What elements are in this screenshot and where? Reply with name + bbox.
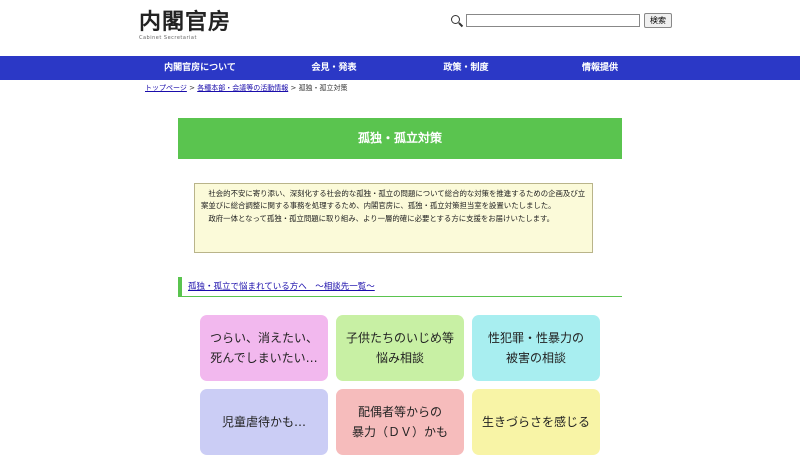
card-sexual-violence-consultation[interactable]: 性犯罪・性暴力の 被害の相談: [472, 315, 600, 381]
nav-item-info[interactable]: 情報提供: [568, 56, 632, 80]
breadcrumb: トップページ > 各種本部・会議等の活動情報 > 孤独・孤立対策: [145, 83, 348, 93]
card-suicide-consultation[interactable]: つらい、消えたい、 死んでしまいたい…: [200, 315, 328, 381]
intro-paragraph: 政府一体となって孤独・孤立問題に取り組み、より一層的確に必要とする方に支援をお届…: [208, 213, 555, 223]
page-title: 孤独・孤立対策: [178, 118, 622, 159]
breadcrumb-current: 孤独・孤立対策: [298, 84, 348, 92]
logo-main-text: 内閣官房: [139, 9, 232, 35]
intro-paragraph: 社会的不安に寄り添い、深刻化する社会的な孤独・孤立の問題について総合的な対策を推…: [201, 189, 586, 211]
card-hardship-consultation[interactable]: 生きづらさを感じる: [472, 389, 600, 455]
card-label: つらい、消えたい、 死んでしまいたい…: [209, 331, 318, 365]
section-heading: 孤独・孤立で悩まれている方へ ～相談先一覧～: [178, 277, 622, 297]
breadcrumb-separator: >: [189, 84, 195, 92]
search-button[interactable]: 検索: [644, 13, 672, 28]
breadcrumb-activities-link[interactable]: 各種本部・会議等の活動情報: [197, 84, 288, 92]
card-label: 配偶者等からの 暴力（ＤＶ）かも: [351, 405, 448, 439]
card-label: 子供たちのいじめ等 悩み相談: [345, 331, 454, 365]
nav-item-about[interactable]: 内閣官房について: [150, 56, 250, 80]
search-icon: [451, 14, 463, 27]
card-label: 生きづらさを感じる: [481, 415, 590, 429]
breadcrumb-home-link[interactable]: トップページ: [145, 84, 187, 92]
card-child-abuse-consultation[interactable]: 児童虐待かも…: [200, 389, 328, 455]
card-label: 性犯罪・性暴力の 被害の相談: [487, 331, 584, 365]
intro-box: 社会的不安に寄り添い、深刻化する社会的な孤独・孤立の問題について総合的な対策を推…: [194, 183, 593, 253]
card-dv-consultation[interactable]: 配偶者等からの 暴力（ＤＶ）かも: [336, 389, 464, 455]
card-label: 児童虐待かも…: [221, 415, 306, 429]
nav-item-press[interactable]: 会見・発表: [300, 56, 368, 80]
card-bullying-consultation[interactable]: 子供たちのいじめ等 悩み相談: [336, 315, 464, 381]
site-logo[interactable]: 内閣官房 Cabinet Secretariat: [139, 8, 231, 41]
search-bar: 検索: [451, 13, 672, 28]
breadcrumb-separator: >: [290, 84, 297, 92]
global-nav: 内閣官房について 会見・発表 政策・制度 情報提供: [0, 56, 800, 80]
search-input[interactable]: [466, 14, 640, 27]
consultation-list-link[interactable]: 孤独・孤立で悩まれている方へ ～相談先一覧～: [188, 280, 375, 292]
nav-item-policy[interactable]: 政策・制度: [432, 56, 500, 80]
